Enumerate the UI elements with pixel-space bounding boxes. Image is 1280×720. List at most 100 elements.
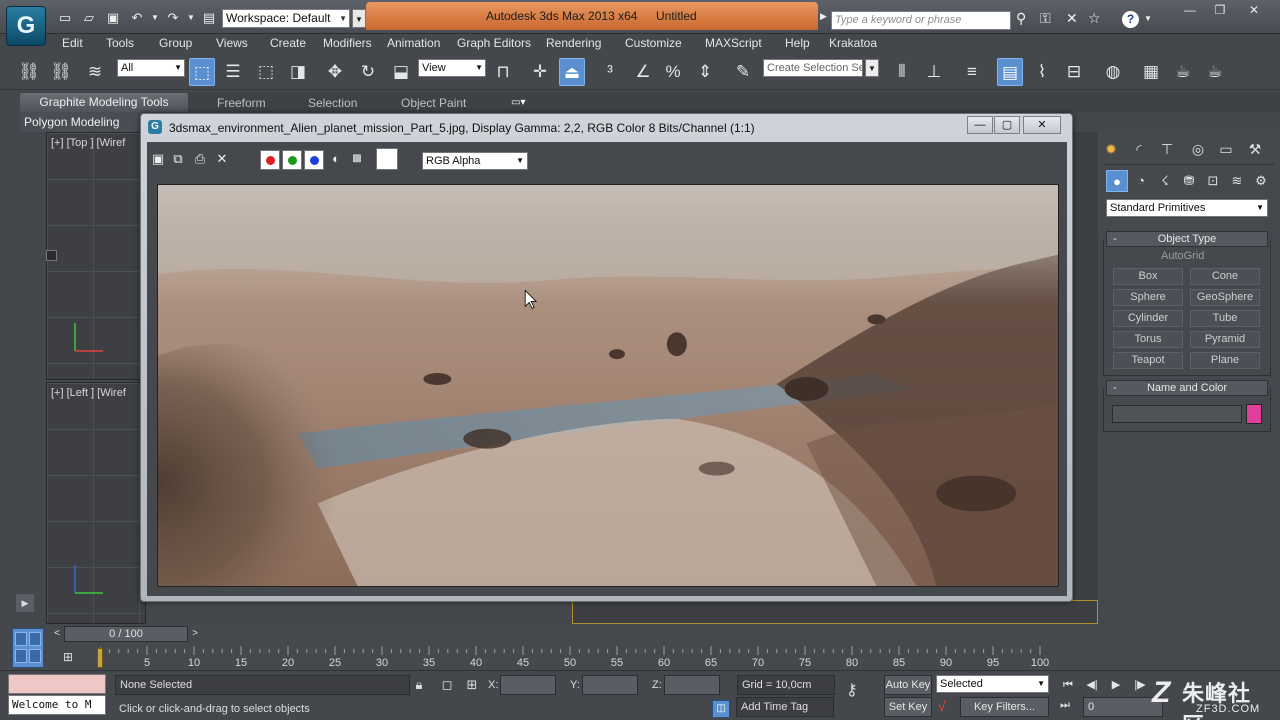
- key-mode-toggle-icon[interactable]: ⏭: [1060, 699, 1070, 712]
- cameras-category-icon[interactable]: ⛃: [1178, 170, 1200, 192]
- time-slider[interactable]: [46, 624, 1098, 644]
- viewport-left[interactable]: [+] [Left ] [Wiref: [46, 382, 146, 624]
- frame-maximize-icon[interactable]: ▢: [994, 116, 1020, 134]
- curve-editor-icon[interactable]: ⌇: [1029, 58, 1055, 86]
- menu-edit[interactable]: Edit: [62, 36, 83, 50]
- rendered-image[interactable]: [157, 184, 1059, 587]
- favorites-star-icon[interactable]: ☆: [1088, 10, 1101, 27]
- mirror-icon[interactable]: ⫴: [889, 58, 915, 86]
- next-frame-icon[interactable]: >: [188, 626, 202, 642]
- unlink-icon[interactable]: ⛓: [48, 58, 74, 86]
- menu-graph-editors[interactable]: Graph Editors: [457, 36, 531, 50]
- tube-button[interactable]: Tube: [1190, 310, 1260, 327]
- current-frame-input[interactable]: 0: [1083, 697, 1163, 717]
- binoculars-icon[interactable]: ⚲: [1016, 10, 1026, 27]
- tab-graphite-modeling-tools[interactable]: Graphite Modeling Tools: [20, 93, 188, 112]
- snaps-toggle-icon[interactable]: ³: [597, 58, 623, 86]
- previous-frame-icon[interactable]: <: [50, 626, 64, 642]
- search-expand-icon[interactable]: ▶: [820, 11, 827, 22]
- subscription-key-icon[interactable]: ⚿: [1040, 10, 1051, 27]
- material-editor-icon[interactable]: ◍: [1100, 58, 1126, 86]
- clear-image-icon[interactable]: ✕: [213, 150, 231, 168]
- shapes-category-icon[interactable]: ◔: [1130, 170, 1152, 192]
- undo-dropdown-icon[interactable]: ▼: [146, 9, 164, 27]
- undo-icon[interactable]: ↶: [128, 9, 146, 27]
- select-and-rotate-icon[interactable]: ↻: [355, 58, 381, 86]
- rectangular-selection-icon[interactable]: ⬚: [253, 58, 279, 86]
- monochrome-icon[interactable]: ▩: [348, 150, 366, 168]
- chevron-down-icon[interactable]: ▼: [865, 59, 879, 77]
- time-slider-thumb[interactable]: 0 / 100: [64, 626, 188, 642]
- torus-button[interactable]: Torus: [1113, 331, 1183, 348]
- project-folder-icon[interactable]: ▤: [200, 9, 218, 27]
- percent-snap-icon[interactable]: %: [660, 58, 686, 86]
- red-channel-toggle[interactable]: [260, 150, 280, 170]
- go-to-start-icon[interactable]: ⏮: [1058, 676, 1078, 694]
- select-and-scale-icon[interactable]: ⬓: [388, 58, 414, 86]
- plane-button[interactable]: Plane: [1190, 352, 1260, 369]
- viewport-label[interactable]: [+] [Top ] [Wiref: [51, 137, 125, 149]
- pivot-center-icon[interactable]: ⊓: [490, 58, 516, 86]
- ribbon-panel-polygon-modeling[interactable]: Polygon Modeling: [20, 112, 148, 132]
- selection-filter-select[interactable]: All ▼: [117, 59, 185, 77]
- named-selection-set-input[interactable]: Create Selection Se: [763, 59, 863, 77]
- open-file-icon[interactable]: ▱: [80, 9, 98, 27]
- save-file-icon[interactable]: ▣: [104, 9, 122, 27]
- menu-views[interactable]: Views: [216, 36, 248, 50]
- search-input[interactable]: Type a keyword or phrase: [831, 11, 1011, 30]
- save-image-icon[interactable]: ▣: [149, 150, 167, 168]
- menu-help[interactable]: Help: [785, 36, 810, 50]
- object-name-input[interactable]: [1112, 405, 1242, 423]
- close-icon[interactable]: ✕: [1240, 3, 1268, 19]
- sphere-button[interactable]: Sphere: [1113, 289, 1183, 306]
- window-crossing-icon[interactable]: ◨: [285, 58, 311, 86]
- rendered-frame-window-icon[interactable]: ☕: [1170, 58, 1196, 86]
- menu-group[interactable]: Group: [159, 36, 192, 50]
- frame-minimize-icon[interactable]: —: [967, 116, 993, 134]
- select-object-icon[interactable]: ⬚: [189, 58, 215, 86]
- communication-center-icon[interactable]: ✕: [1066, 10, 1078, 27]
- select-and-link-icon[interactable]: ⛓: [16, 58, 42, 86]
- help-dropdown-icon[interactable]: ▼: [1144, 14, 1152, 23]
- hierarchy-tab-icon[interactable]: ⊤: [1156, 138, 1178, 160]
- schematic-view-icon[interactable]: ⊟: [1061, 58, 1087, 86]
- viewport-top[interactable]: [+] [Top ] [Wiref: [46, 132, 146, 380]
- ribbon-options-icon[interactable]: ▭▾: [511, 97, 525, 108]
- next-key-icon[interactable]: |▶: [1130, 676, 1150, 694]
- quick-access-expand-icon[interactable]: ▼: [352, 9, 366, 28]
- key-icon[interactable]: ⚷: [846, 680, 858, 700]
- tab-object-paint[interactable]: Object Paint: [401, 96, 466, 110]
- key-filters-button[interactable]: Key Filters...: [960, 697, 1049, 717]
- current-frame-marker[interactable]: [97, 648, 103, 668]
- select-by-name-icon[interactable]: ☰: [220, 58, 246, 86]
- clone-window-icon[interactable]: ⧉: [169, 150, 187, 168]
- menu-animation[interactable]: Animation: [387, 36, 440, 50]
- select-manipulate-icon[interactable]: ✛: [527, 58, 553, 86]
- helpers-category-icon[interactable]: ⊡: [1202, 170, 1224, 192]
- pixel-color-swatch[interactable]: [376, 148, 398, 170]
- create-tab-icon[interactable]: ✹: [1100, 138, 1122, 160]
- app-logo[interactable]: G: [6, 6, 46, 46]
- primitive-category-select[interactable]: Standard Primitives ▼: [1106, 199, 1268, 217]
- auto-key-button[interactable]: Auto Key: [884, 675, 932, 695]
- graphite-toggle-icon[interactable]: ▤: [997, 58, 1023, 86]
- geometry-category-icon[interactable]: ●: [1106, 170, 1128, 192]
- maxscript-mini-listener[interactable]: [8, 674, 106, 694]
- render-setup-icon[interactable]: ▦: [1138, 58, 1164, 86]
- selection-lock-icon[interactable]: 🔒︎: [410, 676, 428, 694]
- redo-dropdown-icon[interactable]: ▼: [182, 9, 200, 27]
- z-coordinate-input[interactable]: [664, 675, 720, 695]
- space-warps-category-icon[interactable]: ≋: [1226, 170, 1248, 192]
- expand-arrow-icon[interactable]: ▶: [16, 594, 34, 612]
- key-filter-curve-icon[interactable]: √: [938, 698, 946, 714]
- menu-rendering[interactable]: Rendering: [546, 36, 601, 50]
- cone-button[interactable]: Cone: [1190, 268, 1260, 285]
- redo-icon[interactable]: ↷: [164, 9, 182, 27]
- alpha-channel-icon[interactable]: ◐: [327, 150, 345, 168]
- key-mode-select[interactable]: Selected ▼: [936, 675, 1049, 693]
- layer-manager-icon[interactable]: ≡: [959, 58, 985, 86]
- green-channel-toggle[interactable]: [282, 150, 302, 170]
- menu-create[interactable]: Create: [270, 36, 306, 50]
- restore-icon[interactable]: ❐: [1206, 3, 1234, 19]
- menu-krakatoa[interactable]: Krakatoa: [829, 36, 877, 50]
